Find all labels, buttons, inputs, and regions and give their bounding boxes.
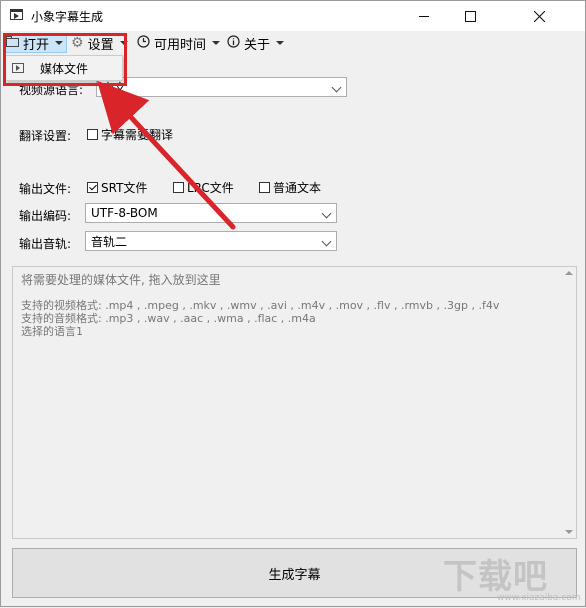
watermark-url: www.xiazaiba.com [497, 593, 581, 603]
watermark-logo: 下载吧 [443, 557, 548, 597]
annotation-arrow [96, 80, 236, 230]
app-window: 小象字幕生成 打开 ⚙ 设置 可用时间 关于 视频源语言: 中文 翻译设置: 字… [0, 0, 586, 607]
